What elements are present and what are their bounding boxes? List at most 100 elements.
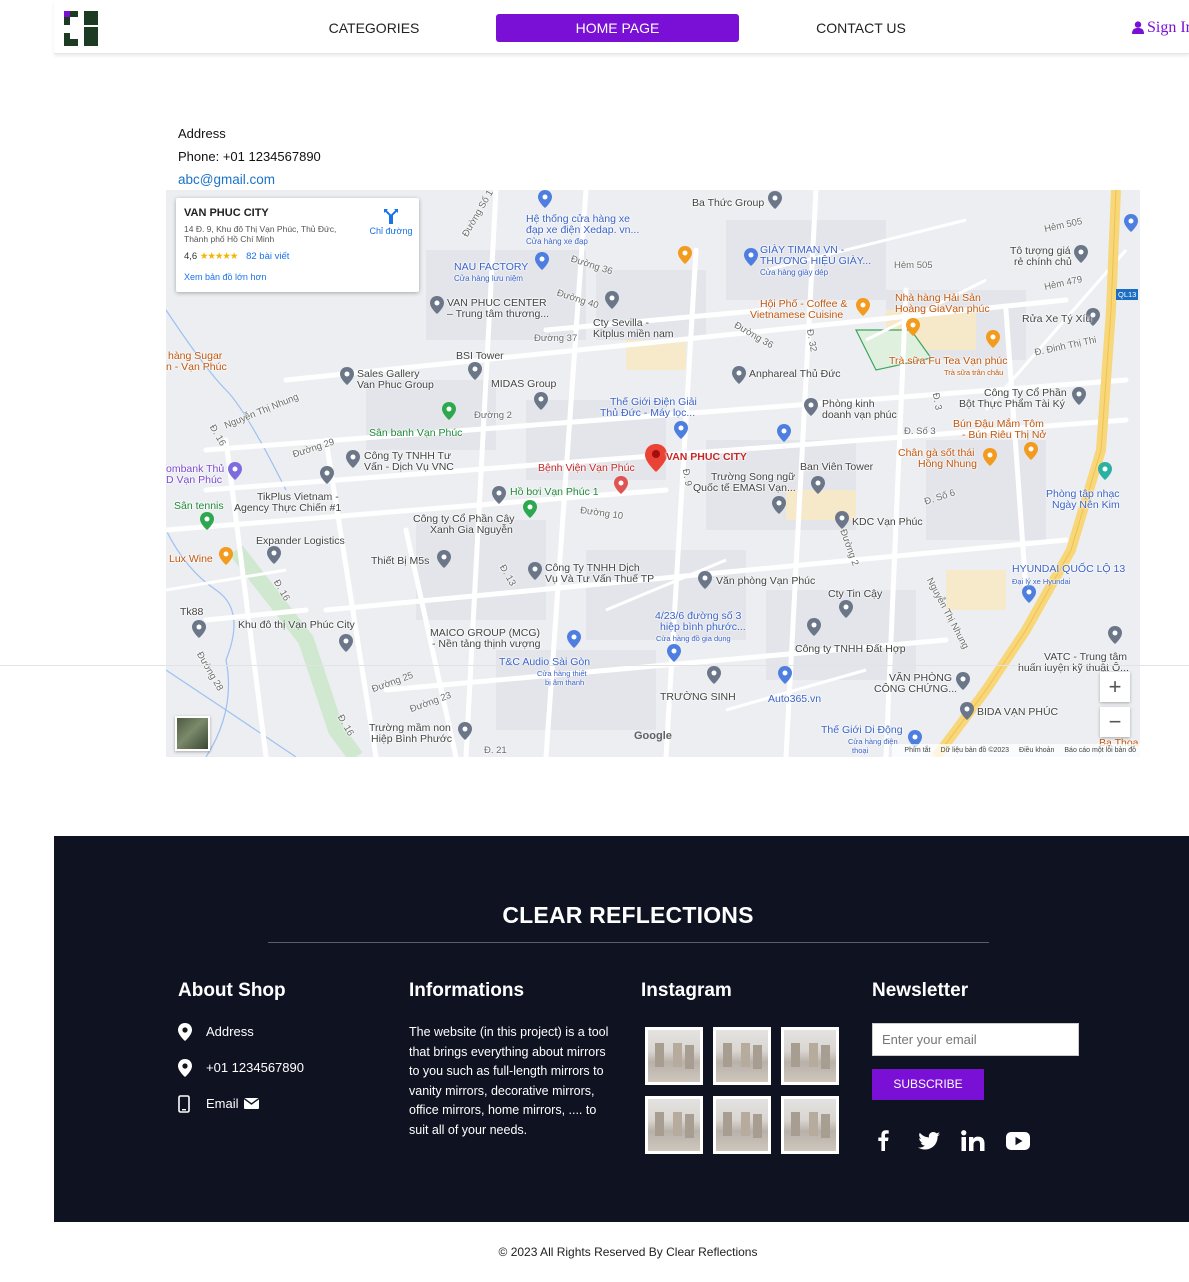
- keyboard-shortcuts-link[interactable]: Phím tắt: [904, 747, 930, 754]
- map-pin-vnc[interactable]: [346, 450, 360, 468]
- map-pin-shop-east[interactable]: [1124, 214, 1138, 232]
- nav-contact-us[interactable]: CONTACT US: [811, 14, 911, 42]
- map-pin-bank[interactable]: [228, 462, 242, 480]
- map-pin-nha-hang[interactable]: [906, 318, 920, 336]
- zoom-in-button[interactable]: +: [1100, 672, 1130, 702]
- map-pin-sales-gallery[interactable]: [340, 367, 354, 385]
- map-pin-maico[interactable]: [567, 630, 581, 648]
- map-label: Quốc tế EMASI Vạn...: [693, 482, 796, 494]
- report-error-link[interactable]: Báo cáo một lỗi bản đồ: [1064, 747, 1136, 754]
- site-logo[interactable]: [62, 9, 100, 47]
- directions-button[interactable]: Chỉ đường: [364, 208, 418, 236]
- map-pin-the-gioi-dien-giai[interactable]: [674, 421, 688, 439]
- map-pin-dat-hop[interactable]: [807, 618, 821, 636]
- map-pin-nau-factory[interactable]: [535, 252, 549, 270]
- map-pin-ban-vien[interactable]: [811, 476, 825, 494]
- map-data-label: Dữ liệu bản đồ ©2023: [940, 747, 1010, 754]
- street-label: Đường 37: [534, 333, 578, 344]
- map-pin-shop[interactable]: [777, 424, 791, 442]
- map-pin-giay-timan[interactable]: [744, 248, 758, 266]
- map-pin-phong-tap[interactable]: [1098, 462, 1112, 480]
- map-pin-tikplus[interactable]: [320, 466, 334, 484]
- map-label: Hồng Nhung: [918, 458, 977, 470]
- about-address-text: Address: [206, 1024, 254, 1039]
- map-pin-cong-chung[interactable]: [956, 672, 970, 690]
- map-pin-hiep-binh[interactable]: [667, 644, 681, 662]
- map-pin-lux-wine[interactable]: [219, 547, 233, 565]
- map-pin-hyundai[interactable]: [1022, 585, 1036, 603]
- map-label: Cty Tin Cậy: [828, 588, 883, 600]
- instagram-photo[interactable]: [713, 1096, 771, 1154]
- map-pin-hoi-pho[interactable]: [856, 298, 870, 316]
- map-pin-tra-sua[interactable]: [986, 330, 1000, 348]
- selected-location-pin[interactable]: [645, 444, 667, 472]
- map-pin-chan-ga[interactable]: [983, 448, 997, 466]
- map-pin-bsi-tower[interactable]: [468, 362, 482, 380]
- phone-label: Phone: +01 1234567890: [178, 149, 321, 164]
- satellite-toggle[interactable]: [175, 716, 210, 751]
- map-pin-phong-kinh[interactable]: [804, 398, 818, 416]
- map-label: Vụ Và Tư Vấn Thuế TP: [545, 573, 655, 585]
- instagram-photo[interactable]: [781, 1027, 839, 1085]
- location-icon: [178, 1059, 192, 1077]
- nav-categories[interactable]: CATEGORIES: [324, 14, 424, 42]
- map-label: Van Phuc Group: [357, 379, 434, 391]
- map-pin-vatc[interactable]: [1108, 626, 1122, 644]
- map-pin-van-phuc-center[interactable]: [430, 296, 444, 314]
- map-pin-auto365[interactable]: [778, 666, 792, 684]
- zoom-out-button[interactable]: −: [1100, 707, 1130, 737]
- contact-info: Address Phone: +01 1234567890 abc@gmail.…: [178, 124, 321, 193]
- map-pin-bun-dau[interactable]: [1024, 442, 1038, 460]
- informations-text: The website (in this project) is a tool …: [409, 1025, 609, 1137]
- map-pin-san-banh[interactable]: [442, 402, 456, 420]
- facebook-icon[interactable]: [877, 1129, 889, 1156]
- map-pin-khu-do-thi[interactable]: [339, 634, 353, 652]
- view-larger-map-link[interactable]: Xem bản đồ lớn hơn: [184, 272, 266, 282]
- sign-in-link[interactable]: Sign In: [1132, 14, 1189, 42]
- map-label: CÔNG CHỨNG...: [874, 683, 958, 695]
- subscribe-button[interactable]: SUBSCRIBE: [872, 1069, 984, 1100]
- instagram-photo[interactable]: [781, 1096, 839, 1154]
- map-pin-sevilla[interactable]: [605, 291, 619, 309]
- terms-link[interactable]: Điều khoản: [1019, 747, 1054, 754]
- map-pin-cay-xanh[interactable]: [523, 500, 537, 518]
- nav-home-page[interactable]: HOME PAGE: [496, 14, 739, 42]
- youtube-icon[interactable]: [1006, 1132, 1030, 1155]
- map-pin-hospital[interactable]: [614, 476, 628, 494]
- map-pin-ho-boi[interactable]: [492, 486, 506, 504]
- instagram-photo[interactable]: [713, 1027, 771, 1085]
- newsletter-title: Newsletter: [872, 980, 969, 1001]
- map-pin-van-phong[interactable]: [698, 571, 712, 589]
- map-label: Tk88: [180, 606, 204, 618]
- linkedin-icon[interactable]: [961, 1130, 985, 1156]
- map-pin-thiet-bi[interactable]: [437, 550, 451, 568]
- map-label: TRƯỜNG SINH: [660, 691, 736, 703]
- map-pin-xedap[interactable]: [538, 190, 552, 208]
- instagram-title: Instagram: [641, 980, 732, 1001]
- map-pin-tk88[interactable]: [192, 620, 206, 638]
- instagram-photo[interactable]: [645, 1027, 703, 1085]
- map-pin-emasi[interactable]: [772, 496, 786, 514]
- map-pin-tennis[interactable]: [200, 512, 214, 530]
- instagram-photo[interactable]: [645, 1096, 703, 1154]
- site-footer: CLEAR REFLECTIONS About Shop Address +01…: [54, 836, 1189, 1222]
- map-pin-truong-sinh[interactable]: [707, 666, 721, 684]
- map-pin-bot-thuc-pham[interactable]: [1072, 387, 1086, 405]
- map-pin-bida[interactable]: [960, 702, 974, 720]
- map-pin-kdc[interactable]: [835, 511, 849, 529]
- map-pin-expander[interactable]: [267, 546, 281, 564]
- map-pin-thue-tp[interactable]: [528, 562, 542, 580]
- map-pin-restaurant[interactable]: [678, 246, 692, 264]
- twitter-icon[interactable]: [918, 1132, 940, 1155]
- map-pin-ba-thuc[interactable]: [768, 191, 782, 209]
- newsletter-email-input[interactable]: [872, 1023, 1079, 1056]
- map-label: Trà sữa trân châu: [944, 368, 1004, 377]
- map-pin-midas[interactable]: [534, 392, 548, 410]
- map-label: T&C Audio Sài Gòn: [499, 656, 591, 668]
- google-map-embed[interactable]: Ba Thức Group Hệ thống cửa hàng xe đạp x…: [166, 190, 1140, 757]
- reviews-link[interactable]: 82 bài viết: [246, 251, 289, 262]
- map-pin-anphareal[interactable]: [732, 366, 746, 384]
- map-pin-tin-cay[interactable]: [839, 600, 853, 618]
- map-pin-mam-non[interactable]: [458, 722, 472, 740]
- map-pin-to-tuong[interactable]: [1074, 245, 1088, 263]
